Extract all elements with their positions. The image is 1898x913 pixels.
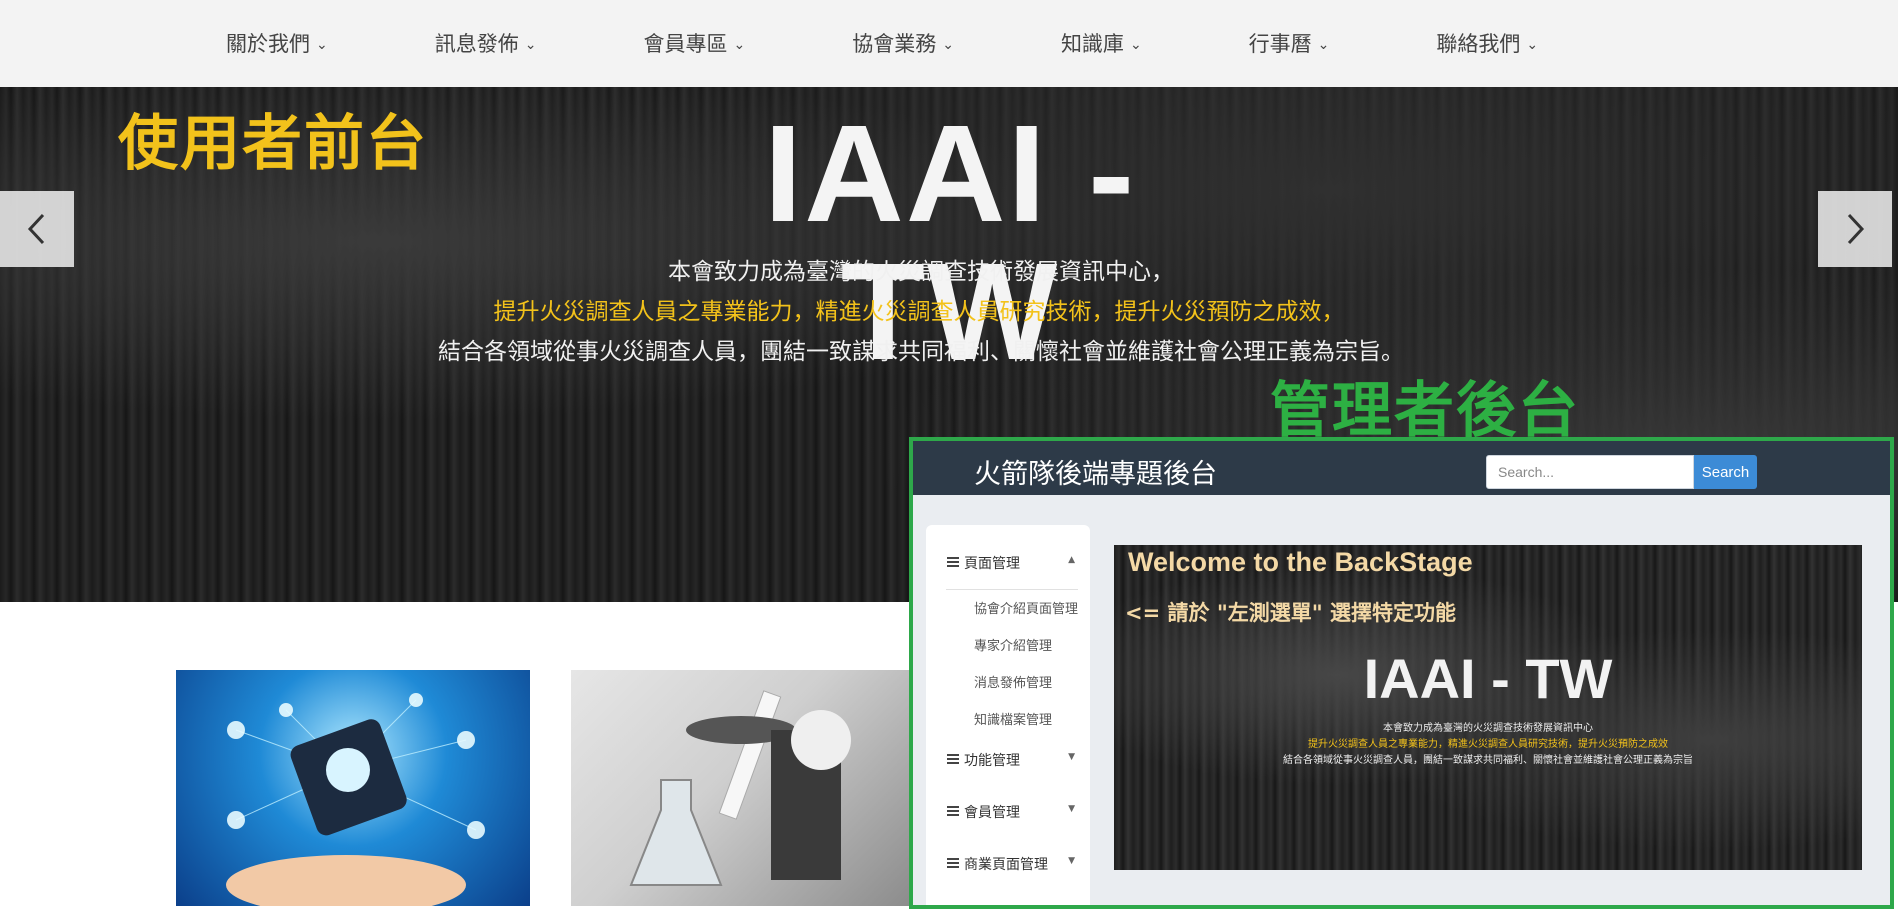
chevron-right-icon [1847,213,1865,245]
nav-item-members[interactable]: 會員專區 ⌄ [643,28,745,58]
sidebar-subitem-news[interactable]: 消息發佈管理 [974,672,1052,691]
chevron-down-icon: ⌄ [942,37,954,53]
nav-item-knowledge[interactable]: 知識庫 ⌄ [1061,28,1142,58]
sidebar-divider [946,589,1078,590]
list-icon [947,858,959,870]
lab-illustration [629,690,851,886]
carousel-next-button[interactable] [1818,191,1892,267]
back-label: 管理者後台 [1270,376,1580,446]
welcome-heading: Welcome to the BackStage [1128,547,1473,577]
feature-image-lab[interactable] [571,670,911,906]
caret-down-icon: ▼ [1068,856,1075,866]
nav-item-news[interactable]: 訊息發佈 ⌄ [435,28,537,58]
sidebar-group-commerce-management[interactable]: 商業頁面管理 ▼ [947,854,1075,874]
chevron-down-icon: ⌄ [316,37,328,53]
welcome-hint: <= 請於 "左測選單" 選擇特定功能 [1125,601,1457,625]
nav-item-business[interactable]: 協會業務 ⌄ [852,28,954,58]
carousel-prev-button[interactable] [0,191,74,267]
caret-down-icon: ▼ [1068,752,1075,762]
welcome-tagline-2: 提升火災調查人員之專業能力，精進火災調查人員研究技術，提升火災預防之成效 [1308,739,1668,750]
admin-backstage-preview: 火箭隊後端專題後台 Search 頁面管理▲ 協會介紹頁面管理 專家介紹管理 消… [909,437,1894,909]
admin-header: 火箭隊後端專題後台 Search [913,441,1890,495]
hero-tagline-3: 結合各領域從事火災調查人員，團結一致謀求共同福利、關懷社會並維護社會公理正義為宗… [438,339,1404,365]
list-icon [947,806,959,818]
welcome-tagline-3: 結合各領域從事火災調查人員，團結一致謀求共同福利、關懷社會並維護社會公理正義為宗… [1283,755,1693,766]
chevron-down-icon: ⌄ [1317,37,1330,53]
sidebar-subitem-experts[interactable]: 專家介紹管理 [974,635,1052,654]
list-icon [947,557,959,569]
sidebar-subitem-knowledge[interactable]: 知識檔案管理 [974,709,1052,728]
feature-image-network[interactable] [176,670,530,906]
top-navigation: 關於我們 ⌄ 訊息發佈 ⌄ 會員專區 ⌄ 協會業務 ⌄ 知識庫 ⌄ 行事曆 ⌄ 聯絡我們 ⌄ [0,0,1898,87]
admin-title: 火箭隊後端專題後台 [974,459,1217,490]
search-button[interactable]: Search [1694,455,1757,489]
chevron-down-icon: ⌄ [733,37,746,53]
hero-tagline-2: 提升火災調查人員之專業能力，精進火災調查人員研究技術，提升火災預防之成效， [493,299,1345,325]
sidebar-subitem-association[interactable]: 協會介紹頁面管理 [974,598,1078,617]
search-input[interactable] [1486,455,1694,489]
welcome-title: IAAI - TW [1363,647,1613,710]
sidebar-group-function-management[interactable]: 功能管理 ▼ [947,750,1075,770]
chevron-down-icon: ⌄ [1129,37,1142,53]
caret-up-icon: ▲ [1068,555,1075,565]
network-illustration [226,693,485,906]
caret-down-icon: ▼ [1068,804,1075,814]
nav-item-about[interactable]: 關於我們 ⌄ [226,28,328,58]
front-label: 使用者前台 [118,109,428,179]
nav-item-contact[interactable]: 聯絡我們 ⌄ [1436,28,1538,58]
list-icon [947,754,959,766]
chevron-left-icon [27,213,45,245]
nav-item-calendar[interactable]: 行事曆 ⌄ [1249,28,1330,58]
sidebar-group-page-management[interactable]: 頁面管理 ▲ [947,553,1075,573]
nav-menu: 關於我們 ⌄ 訊息發佈 ⌄ 會員專區 ⌄ 協會業務 ⌄ 知識庫 ⌄ 行事曆 ⌄ 聯絡我們 ⌄ [226,28,1538,58]
admin-sidebar: 頁面管理 ▲ 協會介紹頁面管理 專家介紹管理 消息發佈管理 知識檔案管理 功能管理… [926,525,1090,905]
welcome-banner: Welcome to the BackStage <= 請於 "左測選單" 選擇… [1114,545,1862,870]
chevron-down-icon: ⌄ [524,37,537,53]
chevron-down-icon: ⌄ [1526,37,1539,53]
welcome-tagline-1: 本會致力成為臺灣的火災調查技術發展資訊中心 [1383,723,1593,734]
hero-tagline-1: 本會致力成為臺灣的火災調查技術發展資訊中心， [668,259,1174,285]
sidebar-group-member-management[interactable]: 會員管理 ▼ [947,802,1075,822]
